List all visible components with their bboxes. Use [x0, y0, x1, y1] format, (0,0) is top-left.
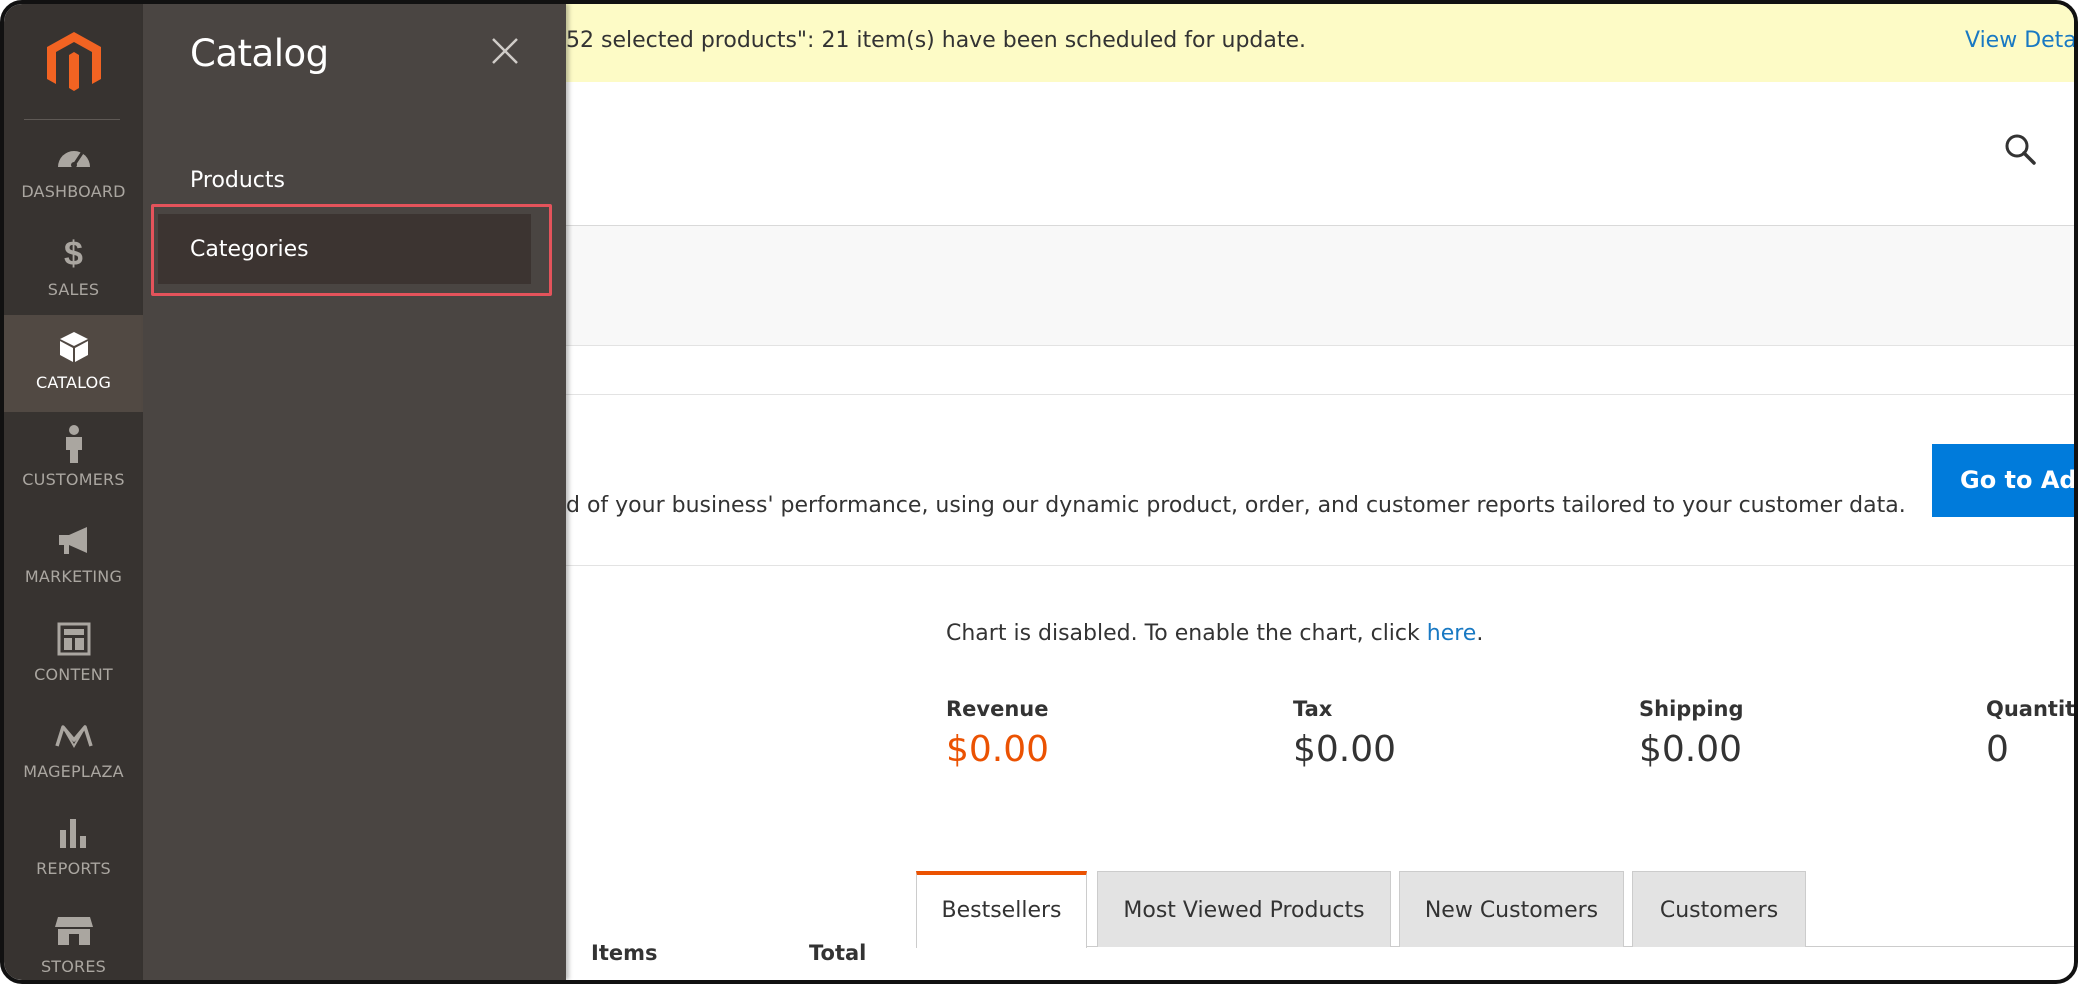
column-header-items: Items [591, 941, 658, 965]
box-icon [4, 327, 143, 367]
admin-sidebar: DASHBOARD $ SALES CATALOG CUSTOMERS MARK… [4, 4, 143, 980]
magento-logo[interactable] [4, 4, 143, 120]
stat-value: $0.00 [946, 729, 1050, 770]
chart-disabled-message: Chart is disabled. To enable the chart, … [946, 621, 1483, 646]
nav-label: CUSTOMERS [22, 470, 125, 489]
stat-value: 0 [1986, 729, 2009, 770]
nav-label: MARKETING [24, 567, 123, 586]
tab-new-customers[interactable]: New Customers [1399, 871, 1624, 947]
flyout-link-products[interactable]: Products [190, 168, 285, 193]
advanced-reporting-section: d of your business' performance, using o… [566, 394, 2074, 566]
chart-message-text: Chart is disabled. To enable the chart, … [946, 621, 1427, 646]
stat-label: Quantity [1986, 697, 2076, 721]
stat-value: $0.00 [1639, 729, 1743, 770]
person-icon [4, 424, 143, 464]
nav-label: MAGEPLAZA [23, 762, 124, 781]
nav-mageplaza[interactable]: MAGEPLAZA [4, 704, 143, 801]
chart-message-suffix: . [1476, 621, 1484, 646]
logo-divider [24, 119, 120, 120]
stat-tax: Tax $0.00 [1293, 697, 1396, 770]
view-details-link[interactable]: View Detail [1965, 28, 2074, 53]
nav-dashboard[interactable]: DASHBOARD [4, 124, 143, 221]
stat-shipping: Shipping $0.00 [1639, 697, 1744, 770]
store-icon [4, 911, 143, 951]
nav-label: STORES [40, 957, 107, 976]
stat-label: Shipping [1639, 697, 1744, 721]
nav-sales[interactable]: $ SALES [4, 222, 143, 319]
stat-value: $0.00 [1293, 729, 1397, 770]
tab-most-viewed-products[interactable]: Most Viewed Products [1097, 871, 1391, 947]
nav-reports[interactable]: REPORTS [4, 801, 143, 898]
go-to-advanced-reporting-button[interactable]: Go to Adv [1932, 444, 2074, 517]
magento-logo-icon [46, 32, 101, 91]
nav-marketing[interactable]: MARKETING [4, 509, 143, 606]
nav-label: SALES [47, 280, 100, 299]
layout-icon [4, 619, 143, 659]
notification-banner: 52 selected products": 21 item(s) have b… [566, 4, 2074, 83]
advanced-reporting-text: d of your business' performance, using o… [566, 493, 1906, 518]
bar-chart-icon [4, 813, 143, 853]
column-header-total: Total [809, 941, 867, 965]
enable-chart-link[interactable]: here [1427, 621, 1477, 646]
nav-label: CONTENT [34, 665, 113, 684]
flyout-title: Catalog [190, 32, 329, 75]
nav-label: REPORTS [36, 859, 111, 878]
stat-revenue: Revenue $0.00 [946, 697, 1049, 770]
nav-label: DASHBOARD [21, 182, 126, 201]
page-header [566, 82, 2074, 226]
nav-customers[interactable]: CUSTOMERS [4, 412, 143, 509]
nav-content[interactable]: CONTENT [4, 607, 143, 704]
scope-bar [566, 226, 2074, 346]
stat-label: Revenue [946, 697, 1049, 721]
megaphone-icon [4, 521, 143, 561]
close-icon[interactable] [488, 34, 522, 68]
catalog-flyout-menu: Catalog Products Categories [143, 4, 566, 980]
dashboard-icon [4, 136, 143, 176]
nav-label: CATALOG [35, 373, 112, 392]
tab-customers[interactable]: Customers [1632, 871, 1806, 947]
nav-stores[interactable]: STORES [4, 899, 143, 980]
dollar-icon: $ [64, 234, 83, 273]
app-window: 52 selected products": 21 item(s) have b… [0, 0, 2078, 984]
nav-catalog[interactable]: CATALOG [4, 315, 143, 412]
flyout-link-categories[interactable]: Categories [190, 237, 309, 262]
mageplaza-icon [4, 716, 143, 756]
search-icon[interactable] [2001, 130, 2041, 170]
stat-quantity: Quantity 0 [1986, 697, 2076, 770]
stat-label: Tax [1293, 697, 1333, 721]
tab-bestsellers[interactable]: Bestsellers [916, 871, 1087, 948]
banner-message: 52 selected products": 21 item(s) have b… [566, 28, 1307, 53]
